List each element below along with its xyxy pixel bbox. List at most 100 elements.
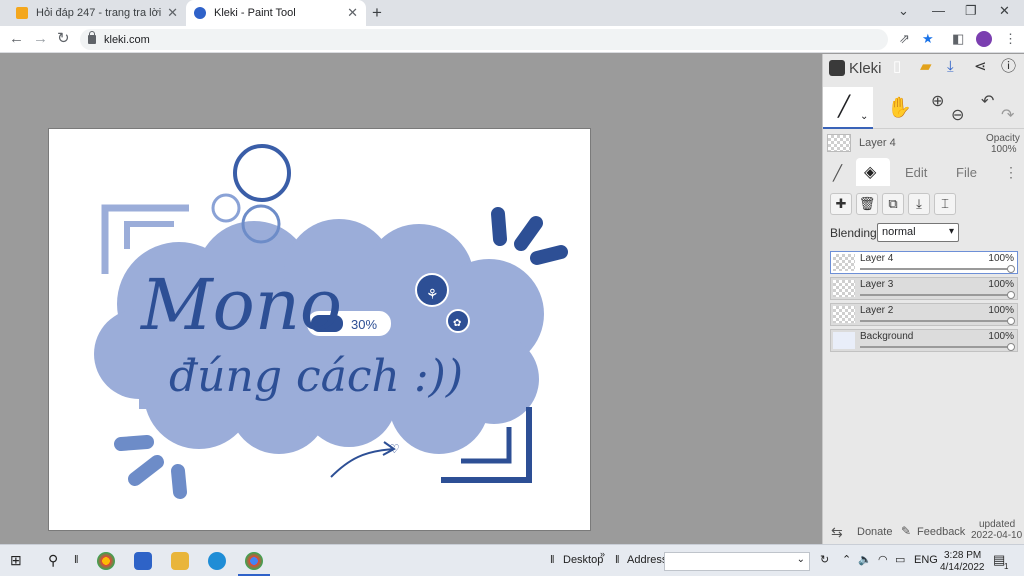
volume-icon[interactable]: 🔈: [858, 552, 872, 568]
kleki-logo[interactable]: Kleki: [829, 58, 882, 78]
close-tab-icon[interactable]: ✕: [167, 6, 178, 19]
download-icon[interactable]: ⤓: [947, 59, 954, 75]
battery-icon[interactable]: ▭: [895, 552, 905, 568]
minimize-icon[interactable]: —: [932, 3, 945, 18]
canvas-workspace[interactable]: 30% ⚘ ✿ Mono đúng cách :)) ♡: [0, 54, 822, 544]
tab-hoidap[interactable]: Hỏi đáp 247 - trang tra lời ✕: [8, 0, 186, 26]
tab-title: Kleki - Paint Tool: [214, 7, 296, 19]
bookmark-star-icon[interactable]: ★: [922, 32, 934, 46]
tab-file[interactable]: File: [956, 165, 977, 180]
delete-layer-button[interactable]: 🗑: [856, 193, 878, 215]
more-options-icon[interactable]: ⋮: [1004, 164, 1018, 181]
layer-item[interactable]: Layer 3 100%: [830, 277, 1018, 300]
file-explorer-icon[interactable]: [171, 552, 189, 570]
kleki-side-panel: Kleki ▯ ▰ ⤓ ⋖ ⓘ ╱ ⌄ ✋ ⊕ ⊖ ↶ ↷ Layer 4 Op…: [822, 54, 1024, 544]
toolbar-expand-icon[interactable]: »: [600, 546, 605, 562]
layer-opacity-slider[interactable]: [860, 317, 1015, 325]
ring-large: [233, 144, 291, 202]
dashes-bottom-left: [114, 435, 187, 499]
refresh-icon[interactable]: ↻: [820, 552, 829, 568]
slider-knob[interactable]: [1007, 265, 1015, 273]
blending-select[interactable]: normal ▾: [877, 223, 959, 242]
back-icon[interactable]: ←: [9, 30, 24, 48]
layer-opacity-slider[interactable]: [860, 291, 1015, 299]
help-icon[interactable]: ⓘ: [1001, 59, 1016, 75]
layer-thumb: [833, 254, 855, 271]
brand-name: Kleki: [849, 59, 882, 77]
add-layer-button[interactable]: ✚: [830, 193, 852, 215]
layer-opacity-slider[interactable]: [860, 265, 1015, 273]
updated-label: updated: [979, 519, 1016, 530]
layer-name: Layer 2: [860, 305, 894, 316]
address-toolbar-input[interactable]: ⌄: [664, 552, 810, 571]
tab-layers[interactable]: ◈: [856, 158, 890, 186]
layer-thumb: [833, 280, 855, 297]
current-layer-thumb: [827, 134, 851, 152]
share-icon[interactable]: ⇗: [899, 32, 910, 46]
store-icon[interactable]: [134, 552, 152, 570]
zoom-in-icon[interactable]: ⊕: [931, 91, 944, 111]
zoom-out-icon[interactable]: ⊖: [951, 105, 964, 125]
chrome-active-icon[interactable]: [245, 552, 263, 570]
wifi-icon[interactable]: ◠: [878, 552, 888, 568]
search-icon[interactable]: ⚲: [48, 552, 58, 568]
desktop-toolbar[interactable]: Desktop: [563, 552, 603, 568]
merge-down-button[interactable]: ⤓: [908, 193, 930, 215]
chrome-icon[interactable]: [97, 552, 115, 570]
hand-tool-icon[interactable]: ✋: [887, 95, 912, 120]
redo-icon[interactable]: ↷: [1001, 105, 1014, 125]
layer-thumb: [833, 306, 855, 323]
opacity-label: Opacity: [986, 133, 1020, 144]
swap-side-icon[interactable]: ⇆: [831, 524, 843, 541]
maximize-icon[interactable]: ❐: [965, 3, 977, 19]
start-icon[interactable]: ⊞: [10, 552, 22, 568]
reload-icon[interactable]: ↻: [57, 30, 70, 48]
brush-tab-icon[interactable]: ╱: [833, 164, 842, 182]
chevron-down-icon[interactable]: ⌄: [860, 111, 868, 122]
menu-dots-icon[interactable]: ⋮: [1004, 32, 1017, 46]
dashes-top-right: [491, 207, 568, 265]
duplicate-layer-button[interactable]: ⧉: [882, 193, 904, 215]
address-bar[interactable]: kleki.com: [80, 29, 888, 50]
layer-item[interactable]: Layer 4 100%: [830, 251, 1018, 274]
tab-edit[interactable]: Edit: [905, 165, 927, 180]
layer-opacity-slider[interactable]: [860, 343, 1015, 351]
slider-knob[interactable]: [1007, 317, 1015, 325]
donate-link[interactable]: Donate: [857, 526, 892, 538]
close-window-icon[interactable]: ✕: [999, 3, 1010, 19]
layer-item[interactable]: Background 100%: [830, 329, 1018, 352]
lock-icon: [88, 31, 96, 44]
brush-icon: ╱: [838, 96, 851, 118]
layer-item[interactable]: Layer 2 100%: [830, 303, 1018, 326]
clock-date[interactable]: 4/14/2022: [940, 560, 985, 576]
tab-kleki[interactable]: Kleki - Paint Tool ✕: [186, 0, 366, 26]
edge-icon[interactable]: [208, 552, 226, 570]
feedback-link[interactable]: Feedback: [917, 526, 965, 538]
browser-toolbar: ← → ↻ kleki.com ⇗ ★ ◧ ⋮: [0, 26, 1024, 53]
new-image-icon[interactable]: ▯: [893, 59, 901, 75]
task-view-icon[interactable]: ‖: [74, 552, 79, 568]
forward-icon[interactable]: →: [33, 30, 48, 48]
tab-search-icon[interactable]: ⌄: [898, 3, 909, 19]
language-indicator[interactable]: ENG: [914, 552, 938, 568]
slider-knob[interactable]: [1007, 291, 1015, 299]
blending-value: normal: [882, 226, 916, 238]
rename-layer-button[interactable]: ⌶: [934, 193, 956, 215]
share-icon[interactable]: ⋖: [974, 59, 987, 75]
open-folder-icon[interactable]: ▰: [920, 59, 932, 75]
chevron-down-icon[interactable]: ⌄: [797, 554, 805, 565]
drawing-canvas[interactable]: 30% ⚘ ✿ Mono đúng cách :)) ♡: [48, 128, 591, 531]
new-tab-icon[interactable]: +: [372, 4, 382, 21]
address-toolbar-label: Address: [627, 554, 668, 566]
brush-tool-button[interactable]: ╱ ⌄: [823, 87, 873, 129]
close-tab-icon[interactable]: ✕: [347, 6, 358, 19]
undo-icon[interactable]: ↶: [981, 91, 994, 111]
side-panel-icon[interactable]: ◧: [952, 32, 964, 46]
tray-expand-icon[interactable]: ⌃: [842, 552, 851, 568]
layers-icon: ◈: [864, 164, 877, 181]
profile-avatar[interactable]: [976, 31, 992, 47]
layer-opacity: 100%: [988, 331, 1014, 342]
plus-icon: ✚: [835, 196, 847, 211]
slider-knob[interactable]: [1007, 343, 1015, 351]
notification-count: 1: [1004, 562, 1009, 571]
